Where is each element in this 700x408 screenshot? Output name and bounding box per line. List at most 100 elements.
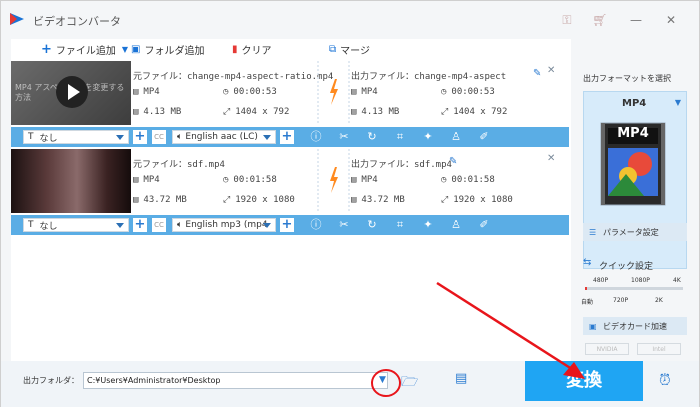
convert-arrow-separator xyxy=(317,149,350,213)
edit-icon[interactable]: ✎ xyxy=(449,156,457,167)
output-filename: 出力ファイル：sdf.mp4 xyxy=(351,160,452,170)
lightning-icon[interactable] xyxy=(330,167,338,193)
text-icon: T xyxy=(28,220,34,230)
watermark-icon[interactable]: ♙ xyxy=(449,218,463,232)
add-file-button[interactable]: + ファイル追加 ▼ xyxy=(41,42,128,57)
source-duration: ◷ 00:01:58 xyxy=(223,175,277,185)
crop-icon[interactable]: ⌗ xyxy=(393,218,407,232)
folder-dropdown-icon[interactable]: ▼ xyxy=(379,375,386,385)
size-value: 43.72 MB xyxy=(143,195,187,205)
source-duration: ◷ 00:00:53 xyxy=(223,87,277,97)
scissors-icon[interactable]: ✂ xyxy=(337,218,351,232)
source-info: 元ファイル：sdf.mp4 ▤ MP4 ◷ 00:01:58 ▤ 43.72 MB ⤢… xyxy=(133,149,316,213)
resolution-icon: ⤢ xyxy=(441,107,449,117)
add-subtitle-button[interactable]: + xyxy=(133,218,147,232)
output-size: ▤ 43.72 MB xyxy=(351,195,405,205)
folder-icon: ▣ xyxy=(131,44,141,55)
clear-button[interactable]: ▮ クリア xyxy=(232,42,272,57)
format-icon: ▤ xyxy=(351,87,357,97)
merge-icon: ⧉ xyxy=(329,44,337,55)
parameter-settings-button[interactable]: ☰ パラメータ設定 xyxy=(583,223,687,241)
scissors-icon[interactable]: ✂ xyxy=(337,130,351,144)
remove-file-icon[interactable]: ✕ xyxy=(547,153,555,164)
video-thumbnail[interactable] xyxy=(11,149,131,213)
chevron-down-icon[interactable]: ▼ xyxy=(675,98,681,107)
effect-wand-icon[interactable]: ✦ xyxy=(421,218,435,232)
audio-select[interactable]: 🔈︎ English mp3 (mp4 xyxy=(172,218,276,232)
quality-4k: 4K xyxy=(673,277,681,284)
quality-480p: 480P xyxy=(593,277,609,284)
cc-icon[interactable]: CC xyxy=(152,218,166,232)
nvidia-badge: NVIDIA xyxy=(585,343,629,355)
source-size: ▤ 4.13 MB xyxy=(133,107,181,117)
add-audio-button[interactable]: + xyxy=(280,130,294,144)
subtitle-edit-icon[interactable]: ✐ xyxy=(477,218,491,232)
source-format: ▤ MP4 xyxy=(133,87,160,97)
rotate-icon[interactable]: ↻ xyxy=(365,218,379,232)
play-icon[interactable] xyxy=(55,75,89,109)
quick-settings-icon: ⇆ xyxy=(583,257,592,268)
clock-icon: ◷ xyxy=(441,175,447,185)
add-folder-button[interactable]: ▣ フォルダ追加 xyxy=(131,42,204,57)
format-icon: ▤ xyxy=(133,175,139,185)
plus-icon: + xyxy=(41,42,52,57)
resolution-icon: ⤢ xyxy=(223,195,231,205)
quality-slider[interactable] xyxy=(585,287,683,290)
gpu-acceleration-button[interactable]: ▣ ビデオカード加速 xyxy=(583,317,687,335)
clock-icon: ◷ xyxy=(223,175,229,185)
video-thumbnail[interactable]: MP4 アスペクト比 を変更する方法 xyxy=(11,61,131,125)
subtitle-value: なし xyxy=(39,221,58,232)
alarm-clock-icon[interactable]: ⏰︎ xyxy=(659,371,671,389)
edit-icon[interactable]: ✎ xyxy=(533,68,541,79)
format-value: MP4 xyxy=(143,87,160,97)
trash-icon: ▮ xyxy=(232,44,238,55)
output-folder-input[interactable]: C:¥Users¥Administrator¥Desktop xyxy=(83,372,388,389)
crop-icon[interactable]: ⌗ xyxy=(393,130,407,144)
format-icon: ▤ xyxy=(133,87,139,97)
output-resolution: ⤢ 1920 x 1080 xyxy=(441,195,513,205)
add-audio-button[interactable]: + xyxy=(280,218,294,232)
resolution-value: 1920 x 1080 xyxy=(235,195,295,205)
convert-arrow-separator xyxy=(317,61,350,125)
mp4-icon-label: MP4 xyxy=(617,126,649,141)
file-size-icon: ▤ xyxy=(133,195,139,205)
audio-select[interactable]: 🔈︎ English aac (LC) xyxy=(172,130,276,144)
rotate-icon[interactable]: ↻ xyxy=(365,130,379,144)
source-size: ▤ 43.72 MB xyxy=(133,195,187,205)
info-icon[interactable]: ⓘ xyxy=(309,130,323,144)
add-subtitle-button[interactable]: + xyxy=(133,130,147,144)
clock-icon: ◷ xyxy=(441,87,447,97)
format-select-title: 出力フォーマットを選択 xyxy=(583,74,671,83)
output-panel: 出力フォーマットを選択 MP4 ▼ MP4 ☰ パラメータ設定 クイック設定 ⇆ … xyxy=(575,61,691,361)
file-row: 元ファイル：sdf.mp4 ▤ MP4 ◷ 00:01:58 ▤ 43.72 MB ⤢… xyxy=(11,149,571,249)
minimize-button[interactable]: — xyxy=(626,10,646,30)
resolution-value: 1404 x 792 xyxy=(235,107,290,117)
subtitle-select[interactable]: T なし xyxy=(23,218,129,232)
open-folder-icon[interactable]: 🗁︎ xyxy=(401,371,418,395)
speaker-icon: 🔈︎ xyxy=(177,220,183,230)
source-resolution: ⤢ 1920 x 1080 xyxy=(223,195,295,205)
close-button[interactable]: ✕ xyxy=(661,10,681,30)
file-size-icon: ▤ xyxy=(351,195,357,205)
subtitle-select[interactable]: T なし xyxy=(23,130,129,144)
duration-value: 00:01:58 xyxy=(233,175,277,185)
duration-value: 00:01:58 xyxy=(451,175,495,185)
watermark-icon[interactable]: ♙ xyxy=(449,130,463,144)
merge-button[interactable]: ⧉ マージ xyxy=(329,42,370,57)
subtitle-edit-icon[interactable]: ✐ xyxy=(477,130,491,144)
info-icon[interactable]: ⓘ xyxy=(309,218,323,232)
quality-1080p: 1080P xyxy=(631,277,650,284)
cc-icon[interactable]: CC xyxy=(152,130,166,144)
dropdown-arrow-icon[interactable]: ▼ xyxy=(122,45,128,54)
clear-label: クリア xyxy=(241,46,272,57)
gpu-acceleration-label: ビデオカード加速 xyxy=(603,321,667,331)
format-selector[interactable]: MP4 ▼ MP4 xyxy=(583,91,687,269)
cart-icon[interactable]: 🛒︎ xyxy=(590,10,610,30)
key-icon[interactable]: ⚿ xyxy=(557,10,577,30)
convert-button[interactable]: 変換 xyxy=(525,361,643,401)
lightning-icon[interactable] xyxy=(330,79,338,105)
output-folder-icon[interactable]: ▤ xyxy=(455,371,467,386)
remove-file-icon[interactable]: ✕ xyxy=(547,65,555,76)
effect-wand-icon[interactable]: ✦ xyxy=(421,130,435,144)
audio-value: English mp3 (mp4 xyxy=(185,220,268,230)
